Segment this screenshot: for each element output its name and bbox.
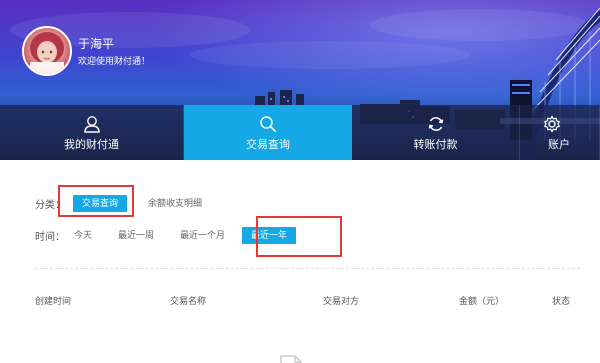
column-status: 状态 <box>552 296 571 306</box>
nav-my-tenpay[interactable]: 我的财付通 <box>0 105 184 160</box>
main-nav: 我的财付通 交易查询 转账付款 账户 <box>0 105 600 160</box>
user-icon <box>83 116 100 133</box>
time-label: 时间： <box>35 232 65 243</box>
time-option-today[interactable]: 今天 <box>65 227 101 244</box>
time-option-last-month[interactable]: 最近一个月 <box>171 227 234 244</box>
column-transaction-name: 交易名称 <box>170 296 207 306</box>
nav-transfer-payment[interactable]: 转账付款 <box>352 105 520 160</box>
category-option-balance-details[interactable]: 余额收支明细 <box>139 195 211 212</box>
avatar-portrait-image <box>30 32 64 74</box>
header-banner: 于海平 欢迎使用财付通！ 我的财付通 交易查询 转账付款 账户 <box>0 0 600 160</box>
user-profile: 于海平 欢迎使用财付通！ <box>22 26 150 76</box>
nav-transfer-payment-label: 转账付款 <box>413 139 458 151</box>
nav-account[interactable]: 账户 <box>520 105 600 160</box>
divider <box>35 268 580 269</box>
column-amount: 金额（元） <box>459 296 505 306</box>
refresh-icon <box>428 117 443 131</box>
nav-transaction-query-label: 交易查询 <box>246 139 290 151</box>
table-header: 创建时间 交易名称 交易对方 金额（元） 状态 <box>0 294 600 308</box>
empty-document-icon <box>280 355 302 363</box>
gear-icon <box>543 115 561 133</box>
nav-transaction-query[interactable]: 交易查询 <box>184 105 352 160</box>
column-counterparty: 交易对方 <box>323 296 360 306</box>
annotation-box-category <box>58 185 134 217</box>
nav-account-label: 账户 <box>548 139 570 151</box>
nav-my-tenpay-label: 我的财付通 <box>64 139 119 151</box>
time-option-last-week[interactable]: 最近一周 <box>109 227 163 244</box>
search-icon <box>260 116 276 132</box>
user-name: 于海平 <box>78 37 115 51</box>
annotation-box-time <box>256 216 342 257</box>
welcome-message: 欢迎使用财付通！ <box>78 56 151 66</box>
user-info: 于海平 欢迎使用财付通！ <box>78 36 150 68</box>
avatar[interactable] <box>22 26 72 76</box>
column-created-time: 创建时间 <box>35 296 72 306</box>
